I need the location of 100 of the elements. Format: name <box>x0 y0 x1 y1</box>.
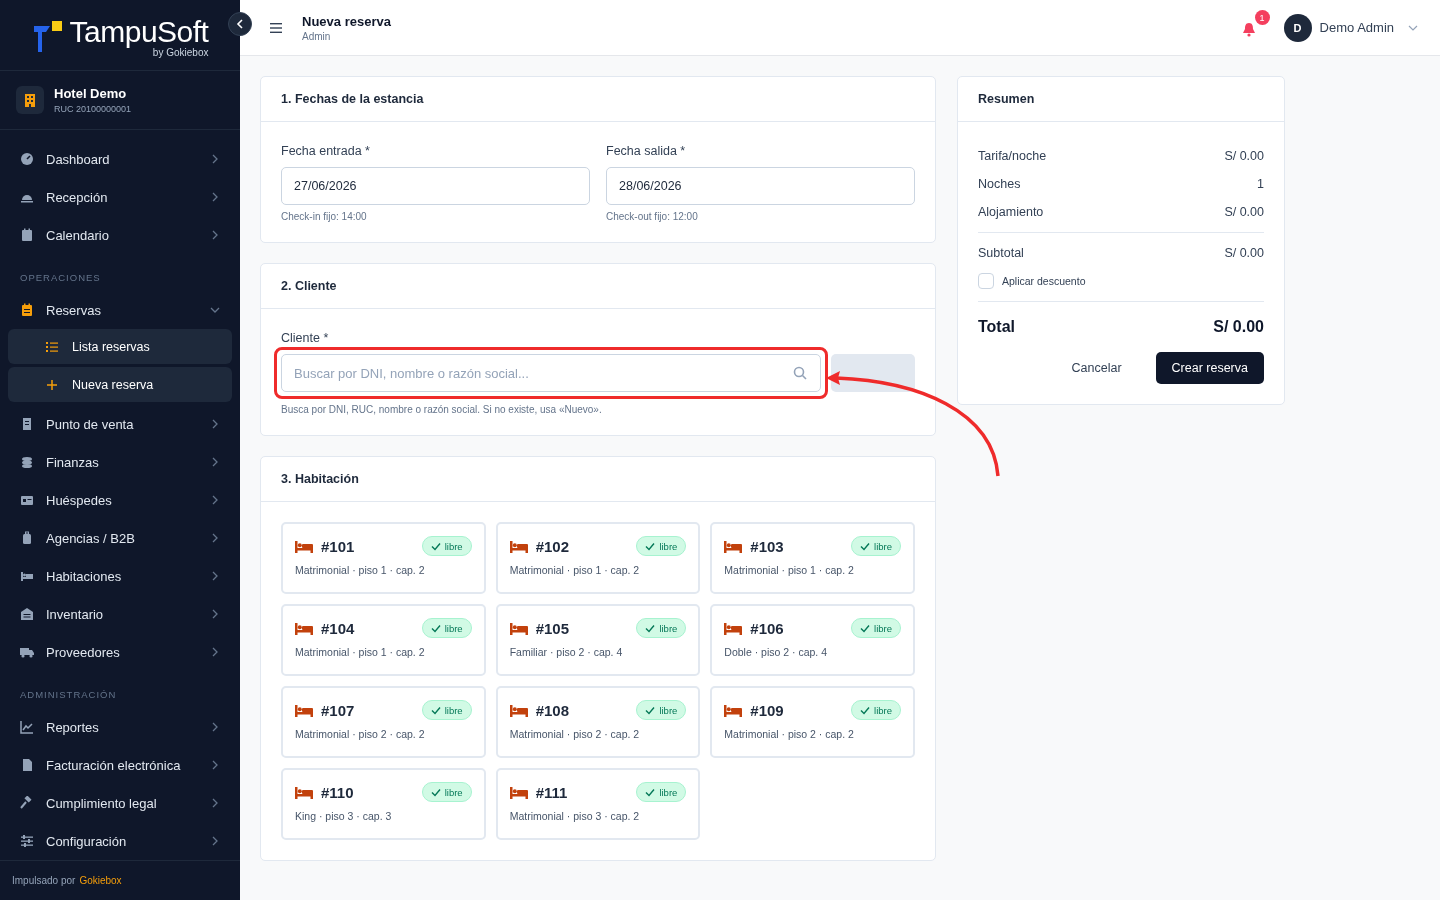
room-details: Matrimonial · piso 2 · cap. 2 <box>509 728 641 740</box>
truck-icon <box>20 645 34 660</box>
room-card[interactable]: #111 libre Matrimonial · piso 3 · cap. 2 <box>495 768 701 840</box>
room-number: #104 <box>321 619 356 637</box>
plus-icon <box>46 378 58 391</box>
sidebar-item[interactable]: Finanzas <box>8 443 232 482</box>
sidebar-item[interactable]: Reservas <box>8 291 232 330</box>
search-field[interactable]: Buscar por DNI, nombre o razón social... <box>281 354 821 392</box>
field-hint: Check-out fijo: 12:00 <box>606 211 699 222</box>
room-card[interactable]: #105 libre Familiar · piso 2 · cap. 4 <box>495 604 701 676</box>
user-menu[interactable]: D Demo Admin <box>1283 13 1418 42</box>
field-label: Cliente * <box>281 331 330 345</box>
bell-icon <box>1241 22 1256 37</box>
notification-count: 1 <box>1254 10 1270 25</box>
sidebar-item[interactable]: Agencias / B2B <box>8 519 232 558</box>
check-icon <box>430 705 441 715</box>
chevron-right-icon <box>210 722 220 733</box>
card-title: Resumen <box>958 77 1284 122</box>
room-card[interactable]: #107 libre Matrimonial · piso 2 · cap. 2 <box>281 686 486 758</box>
discount-checkbox[interactable] <box>978 273 994 289</box>
bed-icon <box>509 785 528 799</box>
room-number: #111 <box>535 783 569 801</box>
sidebar-item[interactable]: Facturación electrónica <box>8 746 232 785</box>
create-button[interactable]: Crear reserva <box>1155 352 1264 384</box>
check-icon <box>645 705 656 715</box>
collapse-button[interactable] <box>228 12 252 36</box>
bed-icon <box>724 621 743 635</box>
status-badge: libre <box>851 536 901 556</box>
room-number: #108 <box>535 701 571 719</box>
sidebar-item[interactable]: Recepción <box>8 178 232 217</box>
bed-icon <box>295 621 313 635</box>
room-number: #106 <box>750 619 785 637</box>
chevron-right-icon <box>210 760 220 771</box>
room-number: #102 <box>535 537 571 555</box>
sidebar-item[interactable]: Reportes <box>8 708 232 747</box>
check-icon <box>860 541 871 551</box>
sidebar-item[interactable]: Cumplimiento legal <box>8 784 232 823</box>
field-hint: Check-in fijo: 14:00 <box>281 211 368 222</box>
room-card[interactable]: #108 libre Matrimonial · piso 2 · cap. 2 <box>495 686 701 758</box>
sidebar-item[interactable]: Punto de venta <box>8 405 232 444</box>
cancel-button[interactable]: Cancelar <box>1065 360 1128 376</box>
status-badge: libre <box>421 700 472 720</box>
room-details: Matrimonial · piso 2 · cap. 2 <box>295 728 426 740</box>
check-icon <box>430 623 441 633</box>
bed-icon <box>509 539 528 553</box>
status-badge: libre <box>851 700 901 720</box>
chevron-right-icon <box>210 192 220 203</box>
notifications-button[interactable]: 1 <box>1241 10 1270 37</box>
status-badge: libre <box>636 700 687 720</box>
check-icon <box>645 541 656 551</box>
discount-label: Aplicar descuento <box>1002 275 1086 287</box>
bed-icon <box>295 703 313 717</box>
room-card[interactable]: #103 libre Matrimonial · piso 1 · cap. 2 <box>710 522 915 594</box>
room-details: Familiar · piso 2 · cap. 4 <box>509 646 624 658</box>
room-details: Matrimonial · piso 2 · cap. 2 <box>724 728 855 740</box>
room-card[interactable]: #109 libre Matrimonial · piso 2 · cap. 2 <box>710 686 915 758</box>
status-badge: libre <box>851 618 901 638</box>
room-details: Matrimonial · piso 1 · cap. 2 <box>295 564 426 576</box>
bed-icon <box>509 621 528 635</box>
check-icon <box>645 787 656 797</box>
page-subtitle: Admin <box>302 30 332 42</box>
sidebar-item[interactable]: Proveedores <box>8 633 232 672</box>
footer-text: Impulsado por <box>12 875 76 887</box>
sidebar-subitem[interactable]: Lista reservas <box>8 329 232 365</box>
gavel-icon <box>20 796 34 811</box>
footer-link[interactable]: Gokiebox <box>79 875 122 887</box>
room-details: King · piso 3 · cap. 3 <box>295 810 393 822</box>
sidebar-item[interactable]: Habitaciones <box>8 557 232 596</box>
room-card[interactable]: #101 libre Matrimonial · piso 1 · cap. 2 <box>281 522 486 594</box>
room-card[interactable]: #102 libre Matrimonial · piso 1 · cap. 2 <box>495 522 701 594</box>
sidebar-item[interactable]: Calendario <box>8 216 232 255</box>
receipt-icon <box>20 417 34 432</box>
line-chart-icon <box>20 720 34 735</box>
chevron-right-icon <box>210 230 220 241</box>
check-icon <box>860 705 871 715</box>
room-card[interactable]: #110 libre King · piso 3 · cap. 3 <box>281 768 486 840</box>
room-card[interactable]: #106 libre Doble · piso 2 · cap. 4 <box>710 604 915 676</box>
status-badge: libre <box>421 536 472 556</box>
summary-label: Alojamiento <box>978 205 1044 219</box>
room-details: Matrimonial · piso 3 · cap. 2 <box>509 810 641 822</box>
room-details: Matrimonial · piso 1 · cap. 2 <box>295 646 426 658</box>
sidebar-item[interactable]: Huéspedes <box>8 481 232 520</box>
menu-button[interactable] <box>270 22 282 33</box>
date-field[interactable]: 28/06/2026 <box>606 167 915 205</box>
menu-icon <box>270 22 282 33</box>
sidebar-item[interactable]: Inventario <box>8 595 232 634</box>
chevron-right-icon <box>210 647 220 658</box>
suitcase-icon <box>20 531 34 546</box>
sidebar-item[interactable]: Configuración <box>8 822 232 861</box>
sidebar-subitem[interactable]: Nueva reserva <box>8 367 232 403</box>
subtotal-label: Subtotal <box>978 246 1024 260</box>
check-icon <box>430 787 441 797</box>
room-card[interactable]: #104 libre Matrimonial · piso 1 · cap. 2 <box>281 604 486 676</box>
chevron-right-icon <box>210 609 220 620</box>
chevron-left-icon <box>235 19 245 29</box>
chevron-right-icon <box>210 571 220 582</box>
date-field[interactable]: 27/06/2026 <box>281 167 590 205</box>
field-label: Fecha entrada * <box>281 144 371 158</box>
warehouse-icon <box>20 607 34 622</box>
sidebar-item[interactable]: Dashboard <box>8 140 232 179</box>
